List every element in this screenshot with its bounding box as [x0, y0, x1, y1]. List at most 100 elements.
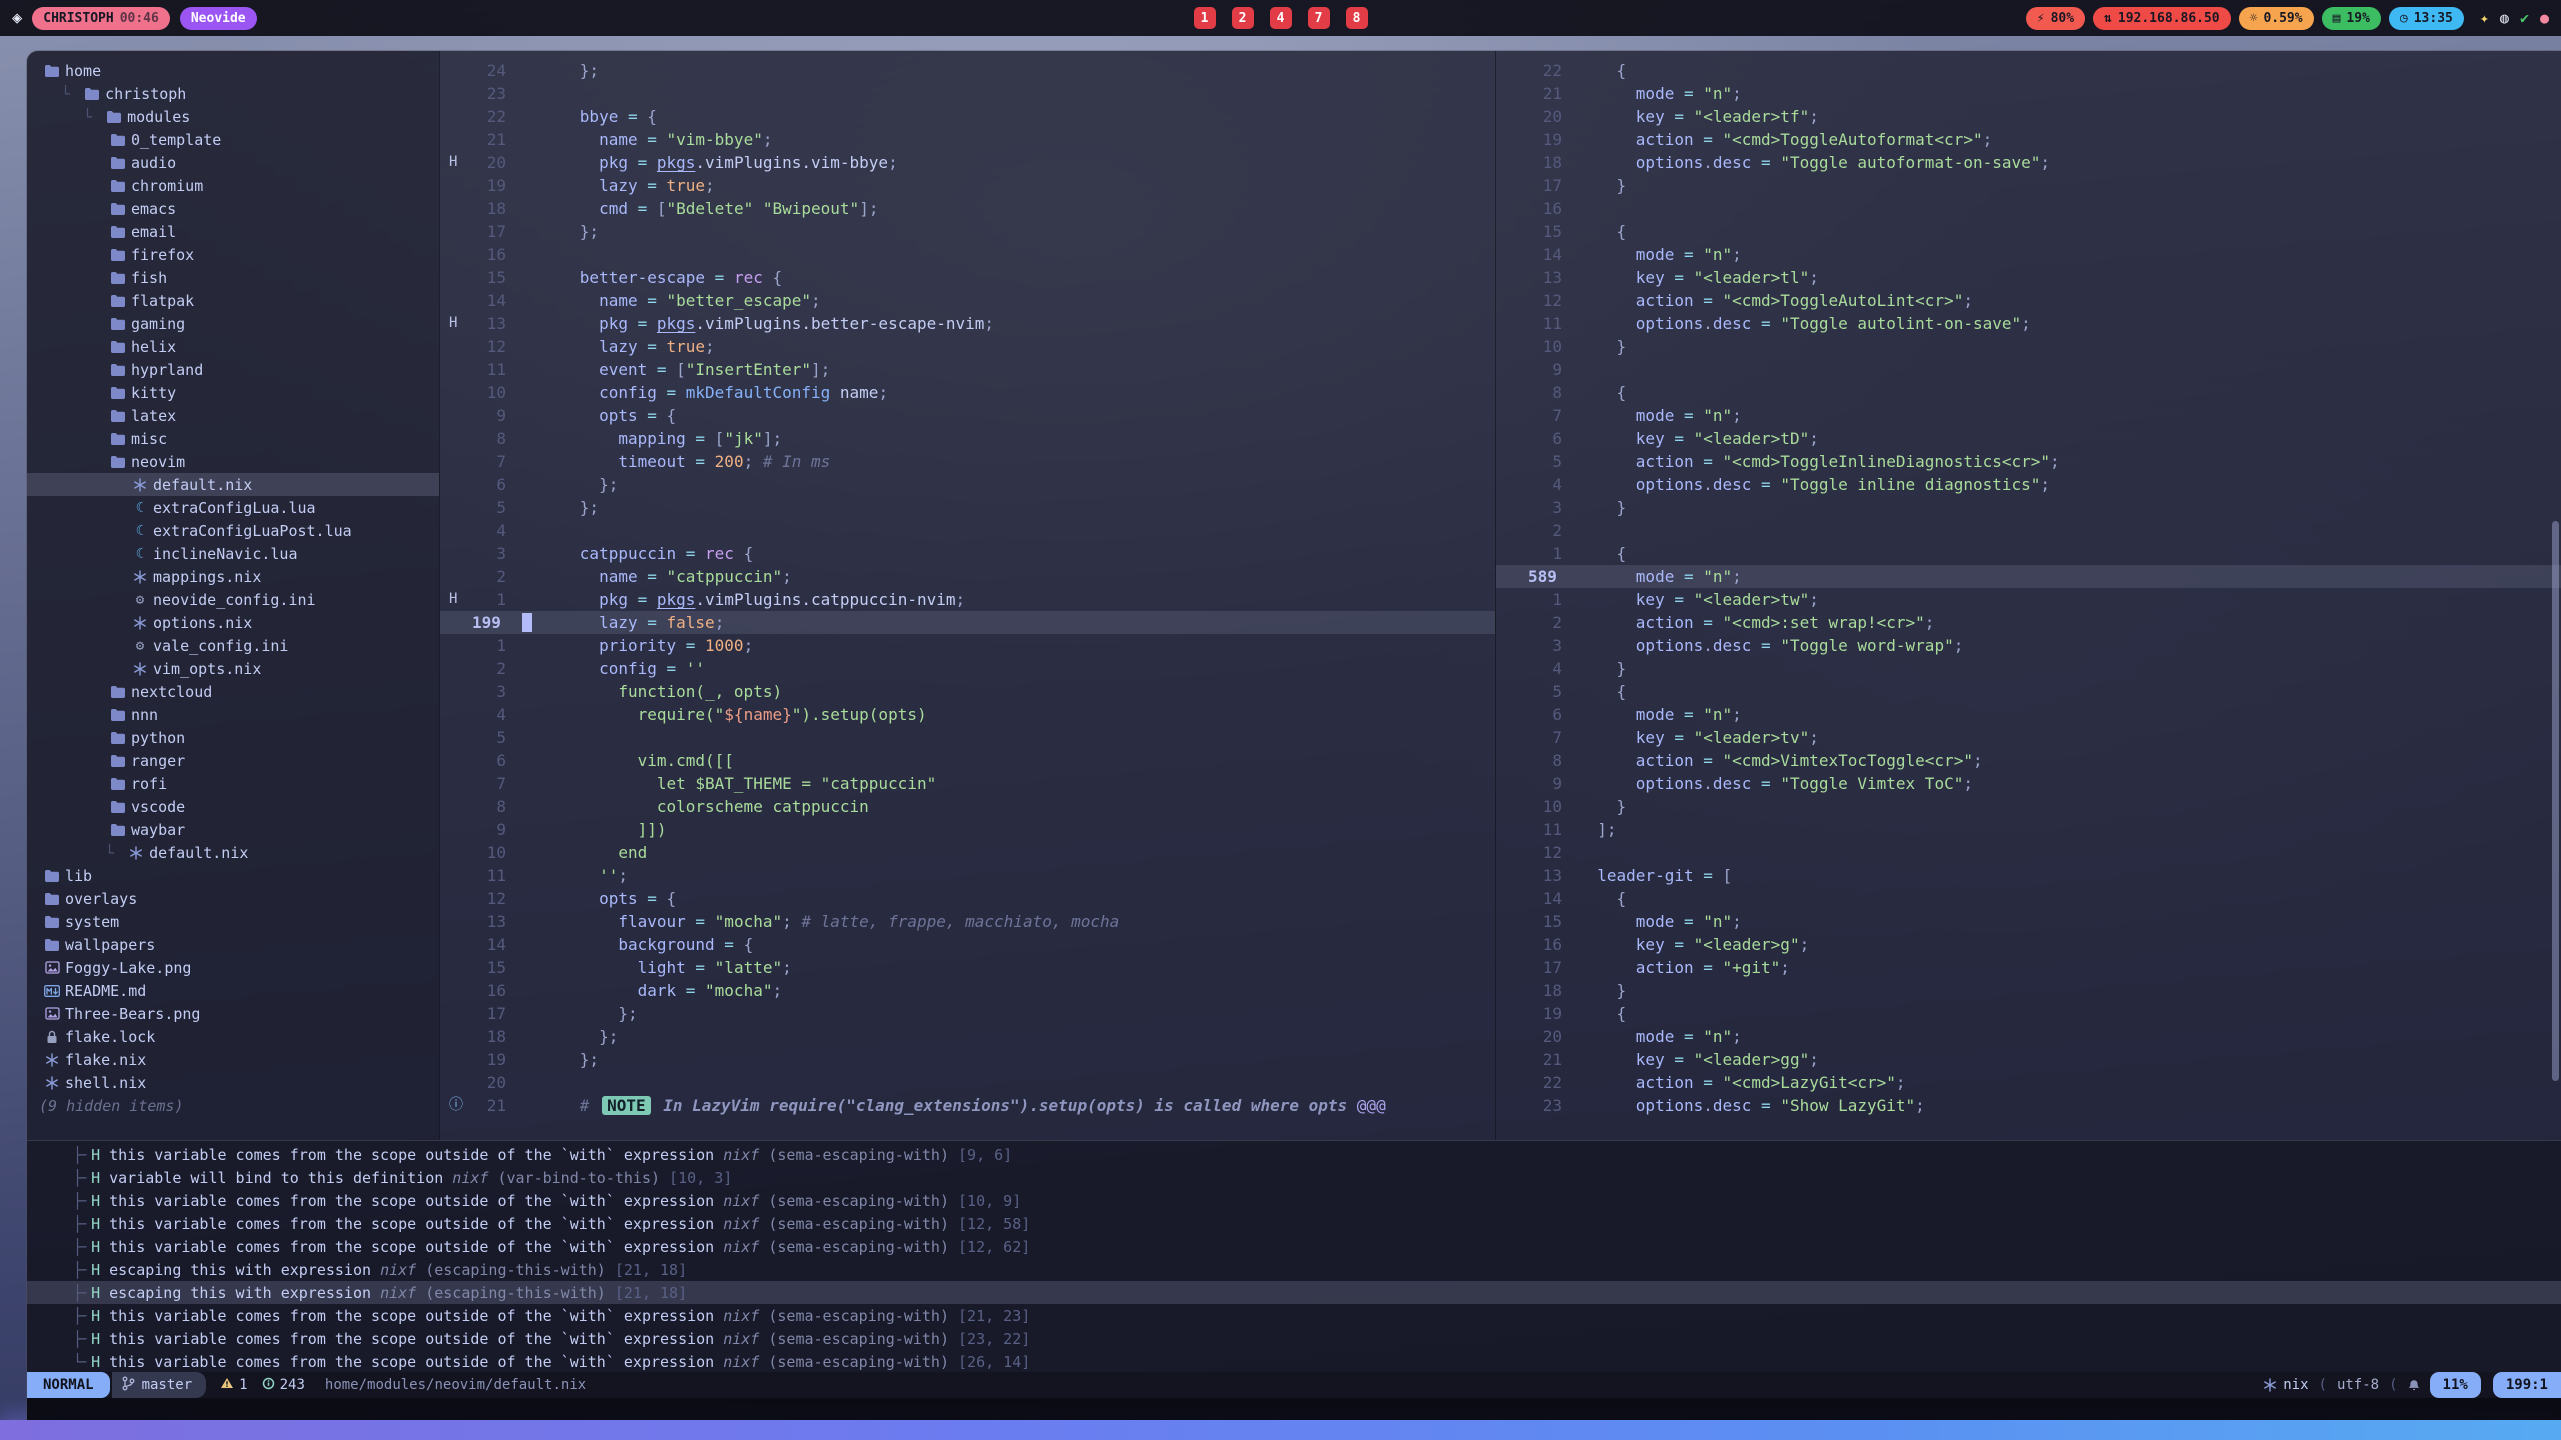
tree-item-default-nix[interactable]: └ default.nix: [27, 841, 439, 864]
code-line[interactable]: 12 opts = {: [440, 887, 1495, 910]
code-line[interactable]: 19 lazy = true;: [440, 174, 1495, 197]
code-line-current[interactable]: 199 lazy = false;: [440, 611, 1495, 634]
code-line[interactable]: 8 colorscheme catppuccin: [440, 795, 1495, 818]
code-line[interactable]: 9: [1496, 358, 2561, 381]
diagnostic-row[interactable]: └╴H this variable comes from the scope o…: [27, 1350, 2561, 1372]
code-line[interactable]: 18 cmd = ["Bdelete" "Bwipeout"];: [440, 197, 1495, 220]
tree-item-overlays[interactable]: overlays: [27, 887, 439, 910]
code-line[interactable]: 18 };: [440, 1025, 1495, 1048]
code-line[interactable]: 1 {: [1496, 542, 2561, 565]
tree-item-audio[interactable]: audio: [27, 151, 439, 174]
tree-item-waybar[interactable]: waybar: [27, 818, 439, 841]
code-line[interactable]: 16 key = "<leader>g";: [1496, 933, 2561, 956]
network-pill[interactable]: ⇅192.168.86.50: [2093, 7, 2231, 30]
tree-item-gaming[interactable]: gaming: [27, 312, 439, 335]
code-line[interactable]: 19 {: [1496, 1002, 2561, 1025]
tree-item-firefox[interactable]: firefox: [27, 243, 439, 266]
tree-item-modules[interactable]: └ modules: [27, 105, 439, 128]
code-line[interactable]: 15 {: [1496, 220, 2561, 243]
code-line[interactable]: 14 mode = "n";: [1496, 243, 2561, 266]
tree-item-mappings-nix[interactable]: mappings.nix: [27, 565, 439, 588]
diagnostic-row[interactable]: ├╴H this variable comes from the scope o…: [27, 1327, 2561, 1350]
clock-pill[interactable]: ◷13:35: [2389, 7, 2464, 30]
code-line[interactable]: 23 options.desc = "Show LazyGit";: [1496, 1094, 2561, 1117]
code-line[interactable]: 16: [1496, 197, 2561, 220]
code-line[interactable]: 3 function(_, opts): [440, 680, 1495, 703]
diagnostic-row[interactable]: ├╴H escaping this with expression nixf (…: [27, 1258, 2561, 1281]
code-line[interactable]: 10 }: [1496, 795, 2561, 818]
code-line[interactable]: 4: [440, 519, 1495, 542]
diagnostic-row[interactable]: ├╴H this variable comes from the scope o…: [27, 1304, 2561, 1327]
scrollbar-thumb[interactable]: [2552, 521, 2559, 1081]
workspace-button-1[interactable]: 1: [1194, 7, 1216, 29]
code-line[interactable]: 9 options.desc = "Toggle Vimtex ToC";: [1496, 772, 2561, 795]
keyboard-icon[interactable]: ◍: [2500, 11, 2509, 26]
code-line[interactable]: 1 key = "<leader>tw";: [1496, 588, 2561, 611]
code-line[interactable]: 4 }: [1496, 657, 2561, 680]
code-line[interactable]: 5 };: [440, 496, 1495, 519]
os-logo-icon[interactable]: ◈: [12, 10, 22, 27]
code-line[interactable]: 16 dark = "mocha";: [440, 979, 1495, 1002]
workspace-button-7[interactable]: 7: [1308, 7, 1330, 29]
tree-item-flatpak[interactable]: flatpak: [27, 289, 439, 312]
tree-item-flake-nix[interactable]: flake.nix: [27, 1048, 439, 1071]
code-line[interactable]: H20 pkg = pkgs.vimPlugins.vim-bbye;: [440, 151, 1495, 174]
code-line[interactable]: 23: [440, 82, 1495, 105]
tree-item-system[interactable]: system: [27, 910, 439, 933]
diagnostic-row[interactable]: ├╴H variable will bind to this definitio…: [27, 1166, 2561, 1189]
tree-item-emacs[interactable]: emacs: [27, 197, 439, 220]
command-line[interactable]: [27, 1398, 2561, 1420]
tree-item-inclinenavic-lua[interactable]: ☾inclineNavic.lua: [27, 542, 439, 565]
code-line[interactable]: 14 {: [1496, 887, 2561, 910]
code-line[interactable]: 14 background = {: [440, 933, 1495, 956]
code-line[interactable]: 3 catppuccin = rec {: [440, 542, 1495, 565]
code-line[interactable]: 13 flavour = "mocha"; # latte, frappe, m…: [440, 910, 1495, 933]
code-line[interactable]: 1 priority = 1000;: [440, 634, 1495, 657]
tree-item-chromium[interactable]: chromium: [27, 174, 439, 197]
audio-icon[interactable]: ●: [2540, 11, 2549, 26]
code-line[interactable]: 19 };: [440, 1048, 1495, 1071]
code-line[interactable]: 10 }: [1496, 335, 2561, 358]
tree-item-python[interactable]: python: [27, 726, 439, 749]
tree-item-shell-nix[interactable]: shell.nix: [27, 1071, 439, 1094]
code-line[interactable]: 6 vim.cmd([[: [440, 749, 1495, 772]
tree-item-nnn[interactable]: nnn: [27, 703, 439, 726]
tree-item-latex[interactable]: latex: [27, 404, 439, 427]
code-line[interactable]: 9 opts = {: [440, 404, 1495, 427]
workspace-button-8[interactable]: 8: [1346, 7, 1368, 29]
code-line[interactable]: 8 {: [1496, 381, 2561, 404]
diagnostic-row[interactable]: ├╴H this variable comes from the scope o…: [27, 1143, 2561, 1166]
code-line[interactable]: 11 options.desc = "Toggle autolint-on-sa…: [1496, 312, 2561, 335]
tree-item-extraconfigluapost-lua[interactable]: ☾extraConfigLuaPost.lua: [27, 519, 439, 542]
code-line[interactable]: 7 let $BAT_THEME = "catppuccin": [440, 772, 1495, 795]
code-line[interactable]: 7 timeout = 200; # In ms: [440, 450, 1495, 473]
tree-item-fish[interactable]: fish: [27, 266, 439, 289]
code-line[interactable]: H13 pkg = pkgs.vimPlugins.better-escape-…: [440, 312, 1495, 335]
code-line[interactable]: 10 end: [440, 841, 1495, 864]
code-line[interactable]: 15 mode = "n";: [1496, 910, 2561, 933]
code-line[interactable]: 10 config = mkDefaultConfig name;: [440, 381, 1495, 404]
code-line[interactable]: 16: [440, 243, 1495, 266]
code-line[interactable]: ⓘ21 # NOTE In LazyVim require("clang_ext…: [440, 1094, 1495, 1117]
code-line[interactable]: 20 mode = "n";: [1496, 1025, 2561, 1048]
code-line[interactable]: 12 lazy = true;: [440, 335, 1495, 358]
code-line[interactable]: 5 {: [1496, 680, 2561, 703]
code-line[interactable]: 15 light = "latte";: [440, 956, 1495, 979]
code-line[interactable]: 4 require("${name}").setup(opts): [440, 703, 1495, 726]
tree-item-neovim[interactable]: neovim: [27, 450, 439, 473]
diagnostic-row[interactable]: ├╴H this variable comes from the scope o…: [27, 1212, 2561, 1235]
tree-item-kitty[interactable]: kitty: [27, 381, 439, 404]
tree-item-default-nix[interactable]: default.nix: [27, 473, 439, 496]
code-line[interactable]: 5: [440, 726, 1495, 749]
code-line[interactable]: 6 key = "<leader>tD";: [1496, 427, 2561, 450]
code-line[interactable]: 6 };: [440, 473, 1495, 496]
code-line[interactable]: 3 }: [1496, 496, 2561, 519]
tree-item-vale-config-ini[interactable]: ⚙vale_config.ini: [27, 634, 439, 657]
code-line-current[interactable]: 589 mode = "n";: [1496, 565, 2561, 588]
code-line[interactable]: 2 config = '': [440, 657, 1495, 680]
workspace-button-4[interactable]: 4: [1270, 7, 1292, 29]
code-line[interactable]: 5 action = "<cmd>ToggleInlineDiagnostics…: [1496, 450, 2561, 473]
diagnostic-row[interactable]: ├╴H escaping this with expression nixf (…: [27, 1281, 2561, 1304]
tree-item-rofi[interactable]: rofi: [27, 772, 439, 795]
tree-item-extraconfiglua-lua[interactable]: ☾extraConfigLua.lua: [27, 496, 439, 519]
